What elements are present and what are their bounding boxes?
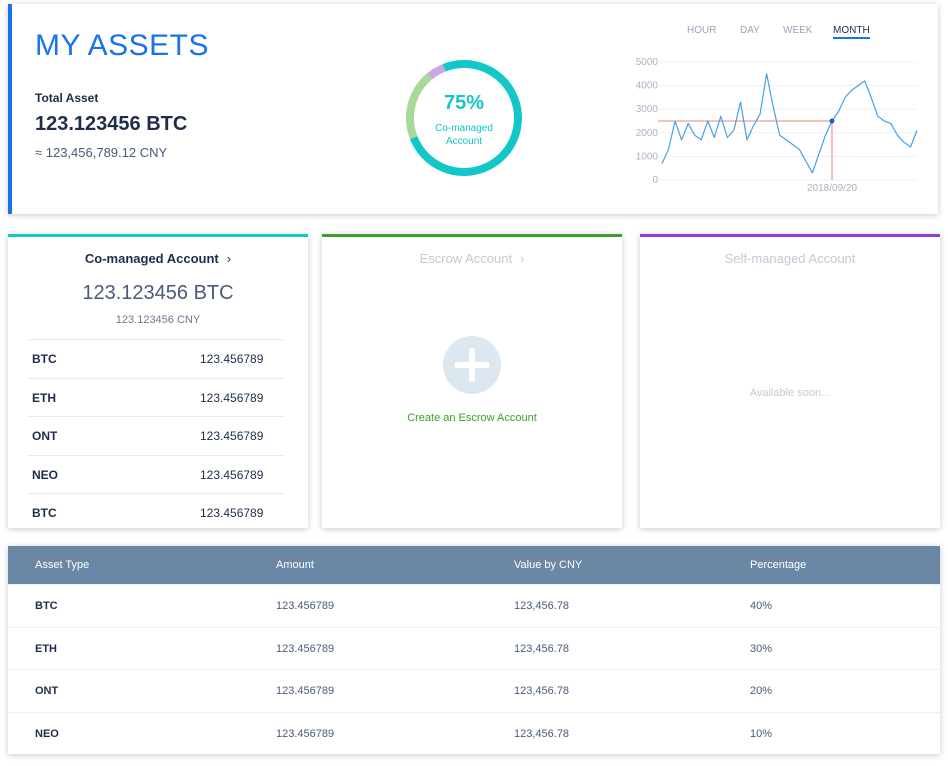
cell-amount: 123.456789 xyxy=(276,727,335,740)
cell-value: 123,456.78 xyxy=(514,642,570,655)
holding-symbol: ETH xyxy=(32,390,56,405)
allocation-donut-chart xyxy=(406,60,522,176)
tab-day[interactable]: DAY xyxy=(740,25,760,36)
cell-percentage: 30% xyxy=(750,642,773,655)
co-managed-balance-cny: 123.123456 CNY xyxy=(115,314,201,326)
column-header-amount: Amount xyxy=(276,559,314,571)
tab-hour[interactable]: HOUR xyxy=(687,25,716,36)
available-soon-text: Available soon... xyxy=(749,387,831,399)
holdings-list: BTC 123.456789 ETH 123.456789 ONT 123.45… xyxy=(28,339,284,532)
escrow-account-header[interactable]: Escrow Account › xyxy=(322,251,622,266)
total-asset-label: Total Asset xyxy=(35,91,99,105)
series-line xyxy=(661,73,918,174)
donut-label-line1: Co-managed xyxy=(435,123,493,134)
asset-line-chart[interactable]: 0 1000 2000 3000 4000 5000 2018/09/20 xyxy=(612,48,922,198)
holding-row: BTC 123.456789 xyxy=(28,493,284,532)
cell-value: 123,456.78 xyxy=(514,727,570,740)
cell-amount: 123.456789 xyxy=(276,685,335,697)
column-header-percentage: Percentage xyxy=(750,559,807,571)
holding-amount: 123.456789 xyxy=(200,467,264,482)
holding-row: NEO 123.456789 xyxy=(28,454,284,494)
column-header-asset-type: Asset Type xyxy=(35,559,90,571)
column-header-value: Value by CNY xyxy=(514,559,583,571)
table-row: NEO 123.456789 123,456.78 10% xyxy=(8,711,940,755)
donut-segment-escrow xyxy=(406,60,522,176)
tab-week[interactable]: WEEK xyxy=(783,25,812,36)
table-header: Asset Type Amount Value by CNY Percentag… xyxy=(8,546,940,584)
y-tick-label: 2000 xyxy=(636,128,659,139)
self-managed-account-card: Self-managed Account Available soon... xyxy=(640,234,940,528)
cell-asset-type: NEO xyxy=(35,727,59,740)
cell-asset-type: ONT xyxy=(35,685,59,697)
cell-value: 123,456.78 xyxy=(514,600,570,612)
self-managed-account-title: Self-managed Account xyxy=(724,251,856,266)
co-managed-account-header[interactable]: Co-managed Account › xyxy=(8,251,308,266)
y-tick-label: 4000 xyxy=(636,81,659,92)
cell-value: 123,456.78 xyxy=(514,685,570,697)
marker-date-label: 2018/09/20 xyxy=(807,183,857,194)
cell-amount: 123.456789 xyxy=(276,642,335,655)
table-row: ETH 123.456789 123,456.78 30% xyxy=(8,626,940,670)
co-managed-account-card: Co-managed Account › 123.123456 BTC 123.1… xyxy=(8,234,308,528)
escrow-account-card: Escrow Account › Create an Escrow Account xyxy=(322,234,622,528)
donut-label: Co-managed Account xyxy=(402,122,526,148)
holding-symbol: BTC xyxy=(32,506,57,520)
y-tick-label: 3000 xyxy=(636,104,659,115)
add-escrow-icon[interactable] xyxy=(443,336,501,394)
y-tick-label: 1000 xyxy=(636,151,659,162)
table-row: ONT 123.456789 123,456.78 20% xyxy=(8,669,940,712)
y-tick-label: 0 xyxy=(652,175,658,186)
donut-segment-co-managed xyxy=(406,60,522,176)
create-escrow-account-link[interactable]: Create an Escrow Account xyxy=(322,412,622,424)
cell-asset-type: BTC xyxy=(35,600,58,612)
marker-point[interactable] xyxy=(829,118,835,124)
total-asset-cny: ≈ 123,456,789.12 CNY xyxy=(35,145,168,160)
holding-symbol: ONT xyxy=(32,429,58,443)
co-managed-account-title[interactable]: Co-managed Account xyxy=(85,251,219,266)
asset-table: Asset Type Amount Value by CNY Percentag… xyxy=(8,546,940,754)
table-row: BTC 123.456789 123,456.78 40% xyxy=(8,584,940,627)
co-managed-balance-btc: 123.123456 BTC xyxy=(82,282,234,304)
chevron-right-icon[interactable]: › xyxy=(227,251,231,266)
cell-percentage: 40% xyxy=(750,600,773,612)
cell-percentage: 10% xyxy=(750,727,773,740)
total-asset-btc: 123.123456 BTC xyxy=(35,113,188,135)
holding-amount: 123.456789 xyxy=(200,429,264,443)
cell-percentage: 20% xyxy=(750,685,773,697)
holding-amount: 123.456789 xyxy=(200,390,264,405)
holding-amount: 123.456789 xyxy=(200,352,264,366)
chevron-right-icon[interactable]: › xyxy=(520,251,524,266)
holding-row: ETH 123.456789 xyxy=(28,377,284,417)
holding-row: BTC 123.456789 xyxy=(28,339,284,378)
holding-row: ONT 123.456789 xyxy=(28,416,284,455)
cell-amount: 123.456789 xyxy=(276,600,335,612)
page-title: MY ASSETS xyxy=(35,29,210,62)
holding-symbol: NEO xyxy=(32,467,59,482)
tab-month[interactable]: MONTH xyxy=(833,25,870,39)
escrow-account-title[interactable]: Escrow Account xyxy=(420,251,513,266)
donut-segment-self-managed xyxy=(406,60,522,176)
holding-amount: 123.456789 xyxy=(200,506,264,520)
donut-label-line2: Account xyxy=(445,136,483,147)
holding-symbol: BTC xyxy=(32,352,57,366)
y-tick-label: 5000 xyxy=(636,57,659,68)
cell-asset-type: ETH xyxy=(35,642,57,655)
donut-percent: 75% xyxy=(443,92,485,114)
